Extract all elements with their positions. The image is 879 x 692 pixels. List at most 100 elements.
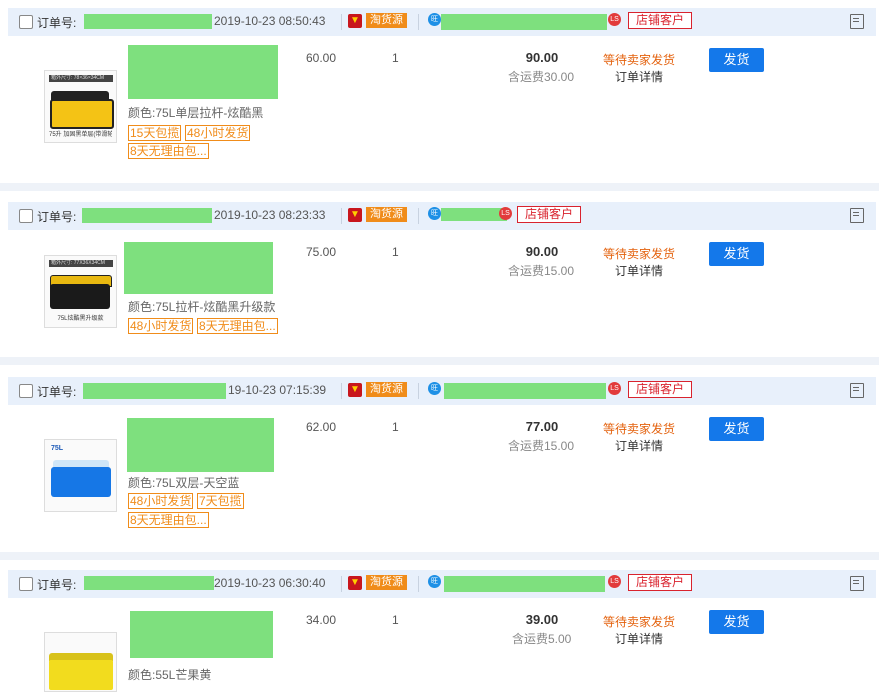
order-card: 订单号: 19-10-23 07:15:39 ▼ 淘货源 旺 LS 店铺客户 7… bbox=[0, 369, 879, 551]
product-attr: 颜色:55L芒果黄 bbox=[128, 668, 212, 682]
quantity: 1 bbox=[392, 613, 399, 627]
service-tag: 15天包揽 bbox=[128, 125, 182, 141]
product-title-redacted[interactable] bbox=[127, 418, 274, 472]
quantity: 1 bbox=[392, 51, 399, 65]
service-tag: 48小时发货 bbox=[128, 318, 194, 334]
unit-price: 75.00 bbox=[306, 245, 337, 259]
ship-button[interactable]: 发货 bbox=[709, 242, 764, 266]
customer-badge[interactable]: 店铺客户 bbox=[628, 381, 693, 398]
order-detail-link[interactable]: 订单详情 bbox=[615, 630, 663, 647]
order-no-redacted bbox=[84, 576, 214, 590]
service-tag: 8天无理由包... bbox=[128, 143, 209, 159]
order-total: 90.00 bbox=[525, 50, 559, 65]
order-time: 2019-10-23 08:23:33 bbox=[214, 208, 326, 222]
order-checkbox[interactable] bbox=[19, 209, 33, 223]
ls-icon: LS bbox=[608, 575, 621, 588]
product-title-redacted[interactable] bbox=[124, 242, 273, 294]
memo-icon[interactable] bbox=[850, 14, 864, 29]
wangwang-icon[interactable]: 旺 bbox=[428, 382, 441, 395]
order-checkbox[interactable] bbox=[19, 577, 33, 591]
order-header: 订单号: 2019-10-23 08:50:43 ▼ 淘货源 旺 LS 店铺客户 bbox=[8, 8, 876, 36]
source-badge[interactable]: 淘货源 bbox=[366, 13, 407, 28]
product-thumbnail[interactable]: 箱外尺寸: 77X36X34CM 75L炫酷黑升级款 bbox=[44, 255, 117, 328]
ship-button[interactable]: 发货 bbox=[709, 417, 764, 441]
ship-button[interactable]: 发货 bbox=[709, 48, 764, 72]
order-total: 90.00 bbox=[525, 244, 559, 259]
order-time: 2019-10-23 06:30:40 bbox=[214, 576, 326, 590]
unit-price: 62.00 bbox=[306, 420, 337, 434]
ls-icon: LS bbox=[608, 382, 621, 395]
source-badge[interactable]: 淘货源 bbox=[366, 575, 407, 590]
order-status: 等待卖家发货 bbox=[603, 615, 676, 629]
unit-price: 60.00 bbox=[306, 51, 337, 65]
ls-icon: LS bbox=[499, 207, 512, 220]
divider bbox=[418, 383, 419, 399]
wangwang-icon[interactable]: 旺 bbox=[428, 575, 441, 588]
buyer-redacted bbox=[444, 576, 605, 592]
customer-badge[interactable]: 店铺客户 bbox=[628, 574, 693, 591]
order-no-redacted bbox=[84, 14, 212, 29]
order-status: 等待卖家发货 bbox=[603, 247, 676, 261]
order-time: 2019-10-23 08:50:43 bbox=[214, 14, 326, 28]
quantity: 1 bbox=[392, 420, 399, 434]
thumb-caption: 75L炫酷黑升级款 bbox=[57, 316, 104, 322]
thumb-dim-label: 箱外尺寸: 78×36×34CM bbox=[49, 75, 113, 82]
order-no-redacted bbox=[83, 383, 226, 399]
divider bbox=[341, 208, 342, 224]
taobao-icon: ▼ bbox=[348, 576, 362, 590]
order-no-label: 订单号: bbox=[37, 578, 77, 592]
customer-badge[interactable]: 店铺客户 bbox=[628, 12, 693, 29]
service-tag: 48小时发货 bbox=[185, 125, 251, 141]
divider bbox=[341, 383, 342, 399]
service-tag: 8天无理由包... bbox=[197, 318, 278, 334]
product-thumbnail[interactable]: 75L bbox=[44, 439, 117, 512]
source-badge[interactable]: 淘货源 bbox=[366, 382, 407, 397]
memo-icon[interactable] bbox=[850, 383, 864, 398]
order-detail-link[interactable]: 订单详情 bbox=[615, 68, 663, 85]
memo-icon[interactable] bbox=[850, 576, 864, 591]
shipping-fee: 含运费15.00 bbox=[508, 439, 575, 453]
thumb-dim-label: 箱外尺寸: 77X36X34CM bbox=[49, 260, 113, 267]
customer-badge[interactable]: 店铺客户 bbox=[517, 206, 582, 223]
product-attr: 颜色:75L双层-天空蓝 bbox=[128, 476, 240, 490]
service-tag: 7天包揽 bbox=[197, 493, 244, 509]
memo-icon[interactable] bbox=[850, 208, 864, 223]
shipping-fee: 含运费15.00 bbox=[508, 264, 575, 278]
product-thumbnail[interactable] bbox=[44, 632, 117, 692]
order-header: 订单号: 2019-10-23 06:30:40 ▼ 淘货源 旺 LS 店铺客户 bbox=[8, 570, 876, 598]
ship-button[interactable]: 发货 bbox=[709, 610, 764, 634]
order-header: 订单号: 2019-10-23 08:23:33 ▼ 淘货源 旺 LS 店铺客户 bbox=[8, 202, 876, 230]
order-separator bbox=[0, 552, 879, 560]
order-status: 等待卖家发货 bbox=[603, 53, 676, 67]
order-no-label: 订单号: bbox=[37, 16, 77, 30]
source-badge[interactable]: 淘货源 bbox=[366, 207, 407, 222]
ls-icon: LS bbox=[608, 13, 621, 26]
wangwang-icon[interactable]: 旺 bbox=[428, 13, 441, 26]
product-title-redacted[interactable] bbox=[130, 611, 273, 658]
taobao-icon: ▼ bbox=[348, 383, 362, 397]
shipping-fee: 含运费30.00 bbox=[508, 70, 575, 84]
thumb-caption: 75升 加固黑单层(带滑轮) bbox=[49, 132, 112, 138]
product-thumbnail[interactable]: 箱外尺寸: 78×36×34CM 75升 加固黑单层(带滑轮) bbox=[44, 70, 117, 143]
order-total: 39.00 bbox=[525, 612, 559, 627]
taobao-icon: ▼ bbox=[348, 208, 362, 222]
order-detail-link[interactable]: 订单详情 bbox=[615, 262, 663, 279]
product-title-redacted[interactable] bbox=[128, 45, 278, 99]
order-detail-link[interactable]: 订单详情 bbox=[615, 437, 663, 454]
divider bbox=[341, 14, 342, 30]
order-no-label: 订单号: bbox=[37, 210, 77, 224]
divider bbox=[341, 576, 342, 592]
taobao-icon: ▼ bbox=[348, 14, 362, 28]
service-tag: 48小时发货 bbox=[128, 493, 194, 509]
product-attr: 颜色:75L拉杆-炫酷黑升级款 bbox=[128, 300, 276, 314]
buyer-redacted bbox=[441, 14, 607, 30]
unit-price: 34.00 bbox=[306, 613, 337, 627]
product-attr: 颜色:75L单层拉杆-炫酷黑 bbox=[128, 106, 264, 120]
buyer-redacted bbox=[444, 383, 606, 399]
order-total: 77.00 bbox=[525, 419, 559, 434]
order-card: 订单号: 2019-10-23 08:23:33 ▼ 淘货源 旺 LS 店铺客户… bbox=[0, 194, 879, 358]
order-checkbox[interactable] bbox=[19, 384, 33, 398]
order-checkbox[interactable] bbox=[19, 15, 33, 29]
wangwang-icon[interactable]: 旺 bbox=[428, 207, 441, 220]
order-separator bbox=[0, 183, 879, 191]
